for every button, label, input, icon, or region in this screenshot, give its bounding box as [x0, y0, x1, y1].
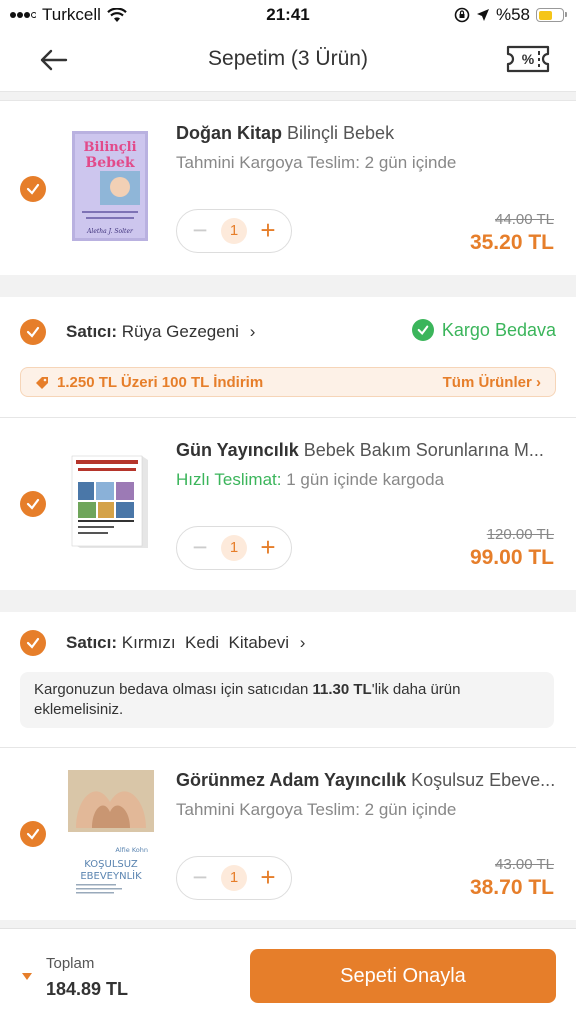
- product-title[interactable]: Görünmez Adam Yayıncılık Koşulsuz Ebeve.…: [176, 770, 556, 791]
- status-bar: Turkcell 21:41 %58: [0, 0, 576, 30]
- increase-button[interactable]: +: [257, 217, 279, 243]
- seller-name: Rüya Gezegeni: [121, 322, 239, 341]
- original-price: 43.00 TL: [495, 856, 554, 873]
- free-shipping-text: Kargo Bedava: [441, 319, 556, 340]
- product-image[interactable]: Alfie Kohn KOŞULSUZ EBEVEYNLİK: [66, 768, 156, 904]
- cart-list[interactable]: Bilinçli Bebek Aletha J. Solter Doğan Ki…: [0, 92, 576, 928]
- check-circle-icon: [411, 319, 434, 341]
- checkmark-icon: [26, 637, 40, 649]
- cover-author: Alfie Kohn: [115, 846, 148, 854]
- promo-text: 1.250 TL Üzeri 100 TL İndirim: [57, 374, 264, 391]
- decrease-button[interactable]: −: [189, 864, 211, 890]
- cart-item: Bilinçli Bebek Aletha J. Solter Doğan Ki…: [0, 100, 576, 275]
- seller-checkbox[interactable]: [20, 630, 46, 656]
- delivery-value: 2 gün içinde: [364, 153, 457, 172]
- seller-name: Kırmızı Kedi Kitabevi: [121, 633, 289, 652]
- quantity-value: 1: [221, 865, 247, 891]
- product-title[interactable]: Doğan Kitap Bilinçli Bebek: [176, 123, 556, 144]
- shipping-notice: Kargonuzun bedava olması için satıcıdan …: [20, 672, 554, 728]
- delivery-label: Hızlı Teslimat:: [176, 470, 282, 489]
- price-tag-icon: [36, 377, 48, 389]
- product-name: Bilinçli Bebek: [287, 123, 395, 143]
- cart-item: Alfie Kohn KOŞULSUZ EBEVEYNLİK Görünmez …: [0, 747, 576, 920]
- delivery-value: 2 gün içinde: [364, 800, 457, 819]
- total-label: Toplam: [46, 955, 95, 972]
- quantity-stepper: − 1 +: [176, 526, 292, 570]
- delivery-label: Tahmini Kargoya Teslim:: [176, 153, 360, 172]
- increase-button[interactable]: +: [257, 534, 279, 560]
- chevron-right-icon: ›: [299, 633, 306, 652]
- delivery-value: 1 gün içinde kargoda: [286, 470, 445, 489]
- notice-amount: 11.30 TL: [312, 681, 372, 698]
- seller-label: Satıcı:: [66, 633, 118, 652]
- product-brand: Gün Yayıncılık: [176, 440, 299, 460]
- delivery-info: Tahmini Kargoya Teslim: 2 gün içinde: [176, 800, 456, 820]
- item-checkbox[interactable]: [20, 821, 46, 847]
- cover-author: Aletha J. Solter: [86, 228, 134, 235]
- notice-text-pre: Kargonuzun bedava olması için satıcıdan: [34, 681, 313, 698]
- chevron-right-icon: ›: [249, 322, 256, 341]
- cover-title-line1: KOŞULSUZ: [84, 859, 138, 870]
- seller-link[interactable]: Satıcı: Rüya Gezegeni ›: [66, 322, 255, 342]
- svg-text:%: %: [522, 51, 535, 67]
- status-right: %58: [454, 5, 567, 25]
- cover-title-line1: Bilinçli: [83, 140, 136, 155]
- checkout-bar: Toplam 184.89 TL Sepeti Onayla: [0, 928, 576, 1024]
- app-header: Sepetim (3 Ürün) %: [0, 30, 576, 92]
- checkmark-icon: [26, 828, 40, 840]
- checkmark-icon: [26, 326, 40, 338]
- seller-label: Satıcı:: [66, 322, 118, 341]
- item-checkbox[interactable]: [20, 491, 46, 517]
- original-price: 120.00 TL: [486, 526, 554, 543]
- product-name: Bebek Bakım Sorunlarına M...: [303, 440, 544, 460]
- product-image[interactable]: Bilinçli Bebek Aletha J. Solter: [72, 131, 148, 241]
- battery-percent: %58: [495, 5, 530, 24]
- item-checkbox[interactable]: [20, 176, 46, 202]
- quantity-stepper: − 1 +: [176, 209, 292, 253]
- promo-banner[interactable]: 1.250 TL Üzeri 100 TL İndirim Tüm Ürünle…: [20, 367, 556, 397]
- delivery-info: Hızlı Teslimat: 1 gün içinde kargoda: [176, 470, 444, 490]
- page-title: Sepetim (3 Ürün): [208, 47, 368, 70]
- battery-fill: [538, 10, 552, 20]
- decrease-button[interactable]: −: [189, 534, 211, 560]
- seller-section: Satıcı: Rüya Gezegeni › Kargo Bedava 1.2…: [0, 297, 576, 417]
- seller-checkbox[interactable]: [20, 319, 46, 345]
- seller-section: Satıcı: Kırmızı Kedi Kitabevi › Kargonuz…: [0, 612, 576, 747]
- coupon-percent-icon[interactable]: %: [506, 44, 550, 74]
- confirm-cart-button[interactable]: Sepeti Onayla: [250, 949, 556, 1003]
- quantity-value: 1: [221, 535, 247, 561]
- product-name: Koşulsuz Ebeve...: [411, 770, 556, 790]
- quantity-stepper: − 1 +: [176, 856, 292, 900]
- cover-title-line2: Bebek: [85, 155, 134, 171]
- discounted-price: 35.20 TL: [469, 231, 554, 254]
- expand-total-icon[interactable]: [22, 973, 32, 980]
- product-title[interactable]: Gün Yayıncılık Bebek Bakım Sorunlarına M…: [176, 440, 556, 461]
- battery-icon: [536, 8, 567, 22]
- total-value: 184.89 TL: [46, 979, 129, 999]
- cart-item: Gün Yayıncılık Bebek Bakım Sorunlarına M…: [0, 417, 576, 590]
- product-image[interactable]: [68, 454, 152, 550]
- location-icon: [476, 9, 489, 21]
- discounted-price: 38.70 TL: [469, 876, 554, 899]
- decrease-button[interactable]: −: [189, 217, 211, 243]
- free-shipping-badge: Kargo Bedava: [411, 319, 556, 341]
- discounted-price: 99.00 TL: [469, 546, 554, 569]
- increase-button[interactable]: +: [257, 864, 279, 890]
- delivery-label: Tahmini Kargoya Teslim:: [176, 800, 360, 819]
- delivery-info: Tahmini Kargoya Teslim: 2 gün içinde: [176, 153, 456, 173]
- quantity-value: 1: [221, 218, 247, 244]
- original-price: 44.00 TL: [495, 211, 554, 228]
- checkmark-icon: [26, 498, 40, 510]
- all-products-label: Tüm Ürünler: [442, 374, 532, 391]
- rotation-lock-icon: [454, 7, 470, 23]
- product-brand: Doğan Kitap: [176, 123, 282, 143]
- product-brand: Görünmez Adam Yayıncılık: [176, 770, 407, 790]
- cover-title-line2: EBEVEYNLİK: [80, 869, 142, 882]
- checkmark-icon: [26, 183, 40, 195]
- all-products-link[interactable]: Tüm Ürünler ›: [443, 374, 541, 391]
- seller-link[interactable]: Satıcı: Kırmızı Kedi Kitabevi ›: [66, 633, 305, 653]
